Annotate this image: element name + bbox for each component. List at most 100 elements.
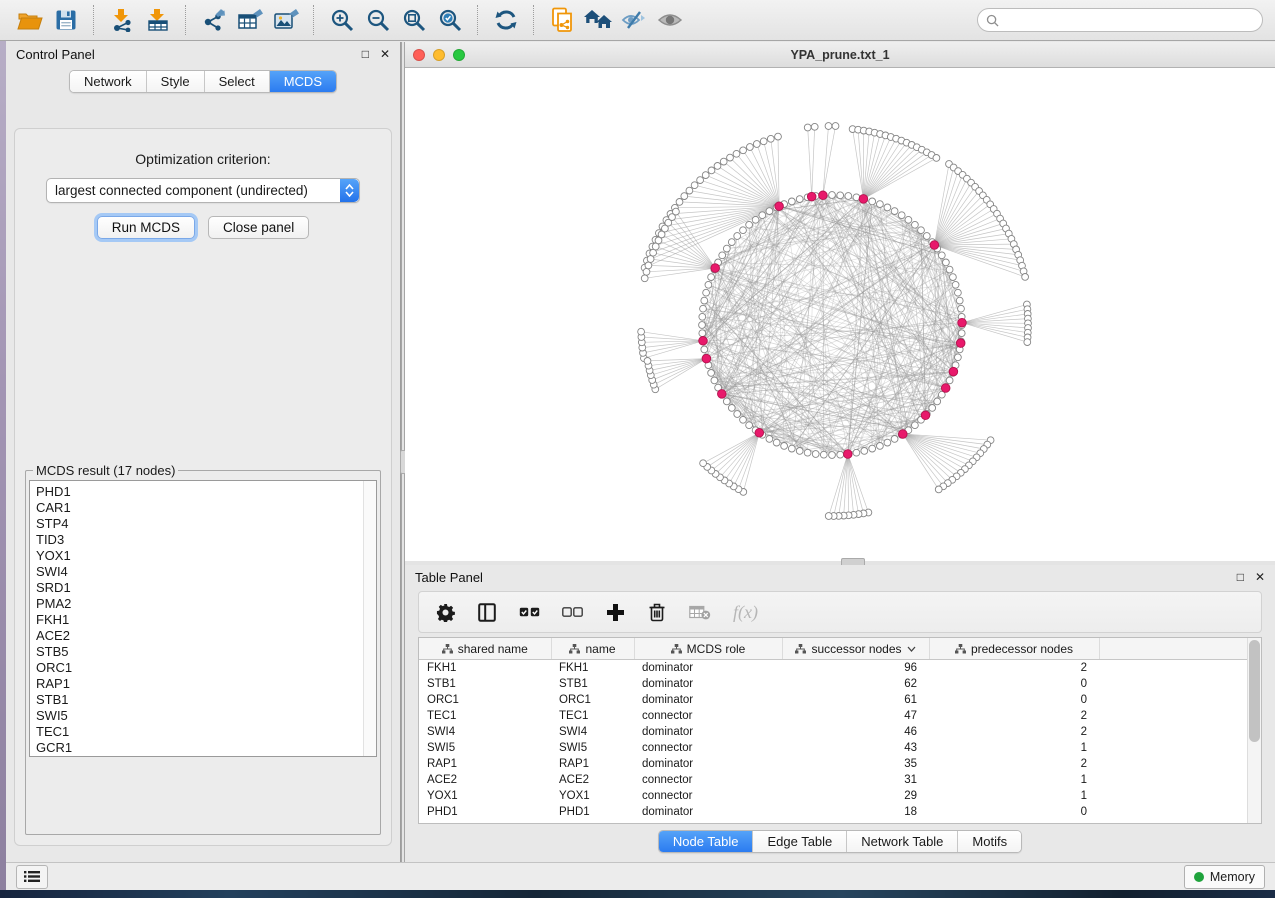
- import-table-button[interactable]: [140, 4, 176, 36]
- tab-mcds[interactable]: MCDS: [270, 71, 336, 92]
- tab-style[interactable]: Style: [147, 71, 205, 92]
- first-neighbors-button[interactable]: [580, 4, 616, 36]
- export-table-button[interactable]: [232, 4, 268, 36]
- result-node-item[interactable]: SWI4: [36, 564, 376, 580]
- table-scrollbar[interactable]: [1247, 638, 1261, 823]
- scrollbar-thumb[interactable]: [1249, 640, 1260, 742]
- table-row[interactable]: ACE2ACE2connector311: [419, 772, 1253, 788]
- search-box[interactable]: [977, 8, 1263, 32]
- float-panel-icon[interactable]: □: [362, 48, 369, 60]
- tab-edge-table[interactable]: Edge Table: [753, 831, 847, 852]
- table-row[interactable]: PHD1PHD1dominator180: [419, 804, 1253, 820]
- tab-network-table[interactable]: Network Table: [847, 831, 958, 852]
- export-image-button[interactable]: [268, 4, 304, 36]
- zoom-fit-icon: [402, 8, 427, 33]
- panel-icon: [478, 603, 496, 622]
- table-row[interactable]: FKH1FKH1dominator962: [419, 660, 1253, 677]
- tab-select[interactable]: Select: [205, 71, 270, 92]
- table-row[interactable]: SWI5SWI5connector431: [419, 740, 1253, 756]
- close-panel-icon[interactable]: ✕: [1255, 571, 1265, 583]
- result-node-item[interactable]: STB1: [36, 692, 376, 708]
- desktop-wallpaper-bottom: [0, 890, 1275, 898]
- result-node-item[interactable]: PMA2: [36, 596, 376, 612]
- table-row[interactable]: ORC1ORC1dominator610: [419, 692, 1253, 708]
- memory-label: Memory: [1210, 870, 1255, 884]
- panel-menu-button[interactable]: [16, 865, 48, 889]
- result-node-item[interactable]: YOX1: [36, 548, 376, 564]
- table-panel-title: Table Panel: [415, 570, 483, 585]
- search-input[interactable]: [1004, 12, 1254, 28]
- table-row[interactable]: SWI4SWI4dominator462: [419, 724, 1253, 740]
- floppy-icon: [55, 9, 77, 31]
- run-mcds-button[interactable]: Run MCDS: [97, 216, 195, 239]
- result-node-item[interactable]: GCR1: [36, 740, 376, 756]
- gear-icon: [436, 603, 455, 622]
- result-node-item[interactable]: SRD1: [36, 580, 376, 596]
- memory-status-icon: [1194, 872, 1204, 882]
- result-node-item[interactable]: SWI5: [36, 708, 376, 724]
- zoom-out-button[interactable]: [360, 4, 396, 36]
- column-header-predecessor-nodes[interactable]: predecessor nodes: [929, 638, 1099, 660]
- network-canvas[interactable]: [405, 68, 1275, 561]
- result-list-scrollbar[interactable]: [363, 481, 376, 756]
- result-node-item[interactable]: TEC1: [36, 724, 376, 740]
- tab-motifs[interactable]: Motifs: [958, 831, 1021, 852]
- tab-network[interactable]: Network: [70, 71, 147, 92]
- table-panel: Table Panel □ ✕ f(x) shared namenameMCDS…: [405, 565, 1275, 860]
- show-all-button[interactable]: [652, 4, 688, 36]
- optimization-criterion-select[interactable]: largest connected component (undirected): [46, 178, 360, 203]
- mcds-result-box: MCDS result (17 nodes) PHD1CAR1STP4TID3Y…: [25, 463, 381, 835]
- delete-column-button[interactable]: [647, 600, 667, 624]
- open-session-button[interactable]: [12, 4, 48, 36]
- main-toolbar: [0, 0, 1275, 41]
- result-node-item[interactable]: CAR1: [36, 500, 376, 516]
- float-panel-icon[interactable]: □: [1237, 571, 1244, 583]
- mcds-result-list: PHD1CAR1STP4TID3YOX1SWI4SRD1PMA2FKH1ACE2…: [30, 481, 376, 756]
- zoom-in-button[interactable]: [324, 4, 360, 36]
- memory-button[interactable]: Memory: [1184, 865, 1265, 889]
- table-row[interactable]: YOX1YOX1connector291: [419, 788, 1253, 804]
- result-node-item[interactable]: ACE2: [36, 628, 376, 644]
- result-node-item[interactable]: RAP1: [36, 676, 376, 692]
- mcds-result-title: MCDS result (17 nodes): [33, 463, 178, 478]
- column-header-name[interactable]: name: [551, 638, 634, 660]
- export-network-button[interactable]: [196, 4, 232, 36]
- table-row[interactable]: STB1STB1dominator620: [419, 676, 1253, 692]
- table-toolbar: f(x): [418, 591, 1262, 633]
- clone-network-button[interactable]: [544, 4, 580, 36]
- table-row[interactable]: RAP1RAP1dominator352: [419, 756, 1253, 772]
- export-image-icon: [273, 8, 300, 32]
- zoom-fit-button[interactable]: [396, 4, 432, 36]
- result-node-item[interactable]: STP4: [36, 516, 376, 532]
- column-header-successor-nodes[interactable]: successor nodes: [782, 638, 929, 660]
- deselect-all-rows-button[interactable]: [562, 600, 583, 624]
- add-column-button[interactable]: [605, 600, 625, 624]
- column-header-shared-name[interactable]: shared name: [419, 638, 551, 660]
- table-settings-button[interactable]: [435, 600, 455, 624]
- table-panel-header: Table Panel □ ✕: [405, 565, 1275, 589]
- zoom-selected-button[interactable]: [432, 4, 468, 36]
- eye-slash-icon: [620, 9, 648, 31]
- tab-node-table[interactable]: Node Table: [659, 831, 754, 852]
- close-panel-button[interactable]: Close panel: [208, 216, 309, 239]
- status-bar: Memory: [6, 862, 1275, 890]
- close-panel-icon[interactable]: ✕: [380, 48, 390, 60]
- hide-selected-button[interactable]: [616, 4, 652, 36]
- result-node-item[interactable]: TID3: [36, 532, 376, 548]
- result-node-item[interactable]: PHD1: [36, 484, 376, 500]
- column-header-MCDS-role[interactable]: MCDS role: [634, 638, 782, 660]
- toolbar-separator: [533, 5, 535, 35]
- select-all-rows-button[interactable]: [519, 600, 540, 624]
- apply-layout-button[interactable]: [488, 4, 524, 36]
- result-node-item[interactable]: ORC1: [36, 660, 376, 676]
- column-header-filler: [1099, 638, 1253, 660]
- save-session-button[interactable]: [48, 4, 84, 36]
- import-network-button[interactable]: [104, 4, 140, 36]
- result-node-item[interactable]: FKH1: [36, 612, 376, 628]
- result-node-item[interactable]: STB5: [36, 644, 376, 660]
- sitemap-icon: [671, 644, 682, 654]
- toggle-panel-button[interactable]: [477, 600, 497, 624]
- zoom-in-icon: [330, 8, 355, 33]
- table-row[interactable]: TEC1TEC1connector472: [419, 708, 1253, 724]
- import-network-icon: [109, 8, 135, 32]
